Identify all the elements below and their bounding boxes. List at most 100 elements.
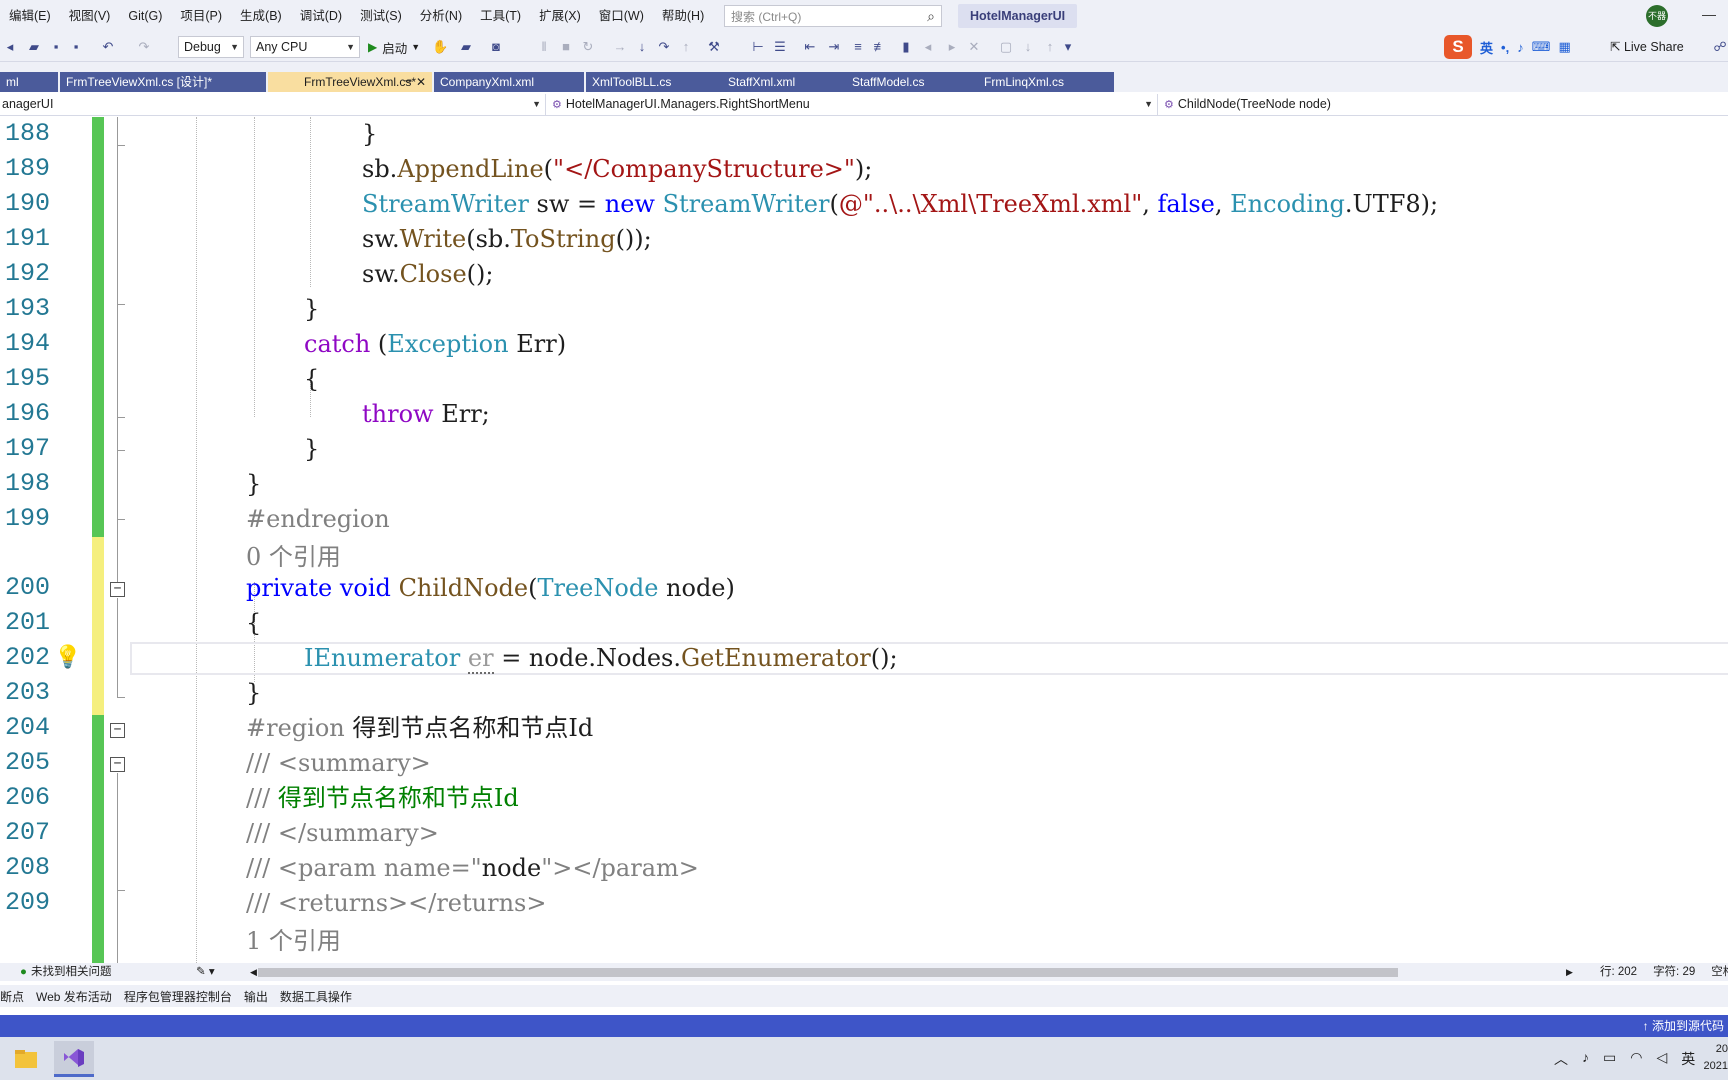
collapse-method-button[interactable]: − (110, 582, 125, 597)
scrollbar-thumb[interactable] (258, 968, 1398, 977)
avatar[interactable]: 不器 (1646, 5, 1668, 27)
menu-edit[interactable]: 编辑(E) (0, 0, 60, 32)
tab-frmtreeviewxml-cs[interactable]: FrmTreeViewXml.cs* ⊸ ✕ (268, 72, 432, 92)
platform-select[interactable]: Any CPU ▼ (250, 36, 360, 58)
battery-icon[interactable]: ▭ (1603, 1049, 1616, 1069)
punctuation-icon[interactable]: •, (1501, 40, 1509, 55)
tools-icon[interactable]: ⚒ (706, 39, 722, 55)
sogou-ime-icon[interactable]: S (1444, 35, 1472, 59)
hot-reload-icon[interactable]: ✋ (432, 39, 448, 55)
ime-indicator[interactable]: 英 (1681, 1049, 1695, 1069)
add-to-source-control-button[interactable]: ↑ 添加到源代码 (1643, 1015, 1724, 1037)
codelens-references[interactable]: 1 个引用 (246, 921, 341, 956)
prev-bookmark-icon[interactable]: ◂ (920, 39, 936, 55)
scroll-left-icon[interactable]: ◀ (250, 963, 257, 981)
search-input[interactable]: 搜索 (Ctrl+Q) ⌕ (724, 5, 942, 27)
menu-analyze[interactable]: 分析(N) (411, 0, 471, 32)
tab-companyxml[interactable]: CompanyXml.xml (434, 72, 584, 92)
tab-package-manager-console[interactable]: 程序包管理器控制台 (118, 988, 238, 1005)
menu-tools[interactable]: 工具(T) (471, 0, 530, 32)
codelens-references[interactable]: 0 个引用 (246, 537, 341, 572)
close-icon[interactable]: ✕ (416, 72, 426, 92)
scroll-right-icon[interactable]: ▶ (1566, 963, 1573, 981)
tab-data-tools[interactable]: 数据工具操作 (274, 988, 358, 1005)
nav-back-icon[interactable]: ◂ (2, 39, 18, 55)
token-type: IEnumerator (304, 644, 461, 672)
tab-xmltoolbll[interactable]: XmlToolBLL.cs (586, 72, 726, 92)
format-icon[interactable]: ☰ (772, 39, 788, 55)
restart-icon[interactable]: ↻ (580, 39, 596, 55)
type-dropdown[interactable]: ⚙ HotelManagerUI.Managers.RightShortMenu … (550, 94, 1158, 115)
hierarchy-icon[interactable]: ⊢ (750, 39, 766, 55)
configuration-select[interactable]: Debug ▼ (178, 36, 244, 58)
code-editor[interactable]: 188 189 190 191 192 193 194 195 196 197 … (0, 117, 1728, 963)
menu-debug[interactable]: 调试(D) (291, 0, 351, 32)
window-icon[interactable]: ▢ (998, 39, 1014, 55)
tab-breakpoints[interactable]: 断点 (0, 988, 30, 1005)
outdent-icon[interactable]: ⇤ (802, 39, 818, 55)
comment-icon[interactable]: ≡ (850, 39, 866, 55)
stop-icon[interactable]: ■ (558, 39, 574, 55)
cursor-position[interactable]: 行: 202 字符: 29 空格 (1600, 963, 1728, 981)
next-bookmark-icon[interactable]: ▸ (944, 39, 960, 55)
brush-icon[interactable]: ✎ ▾ (196, 963, 215, 981)
menu-extensions[interactable]: 扩展(X) (530, 0, 590, 32)
indent-icon[interactable]: ⇥ (826, 39, 842, 55)
ime-mode[interactable]: 英 (1480, 38, 1493, 57)
visual-studio-app[interactable] (54, 1041, 94, 1077)
toolbox-icon[interactable]: ▦ (1558, 39, 1570, 55)
feedback-icon[interactable]: ☍ (1712, 39, 1728, 55)
horizontal-scrollbar[interactable] (258, 968, 1558, 977)
issues-indicator[interactable]: ● 未找到相关问题 (20, 963, 111, 981)
member-dropdown[interactable]: ⚙ ChildNode(TreeNode node) (1162, 94, 1728, 115)
step-over-icon[interactable]: ↷ (656, 39, 672, 55)
pin-icon[interactable]: ⊸ (404, 72, 412, 92)
volume-icon[interactable]: ◁ (1656, 1049, 1667, 1069)
tab-staffxml[interactable]: StaffXml.xml (722, 72, 846, 92)
keyboard-icon[interactable]: ⌨ (1532, 39, 1551, 55)
microphone-icon[interactable]: ♪ (1582, 1049, 1589, 1069)
undo-icon[interactable]: ↶ (100, 39, 116, 55)
redo-icon[interactable]: ↷ (136, 39, 152, 55)
microphone-icon[interactable]: ♪ (1517, 40, 1524, 55)
menu-git[interactable]: Git(G) (119, 0, 171, 32)
uncomment-icon[interactable]: ≢ (872, 39, 888, 55)
tab-web-publish[interactable]: Web 发布活动 (30, 988, 118, 1005)
wifi-icon[interactable]: ◠ (1630, 1049, 1642, 1069)
toolbar-overflow-icon[interactable]: ▾ (1060, 39, 1076, 55)
tab-staffmodel[interactable]: StaffModel.cs (846, 72, 978, 92)
menu-test[interactable]: 测试(S) (351, 0, 411, 32)
project-dropdown[interactable]: anagerUI ▼ (0, 94, 546, 115)
bookmark-icon[interactable]: ▮ (898, 39, 914, 55)
collapse-region-button[interactable]: − (110, 723, 125, 738)
tab-frmtreeviewxml-designer[interactable]: FrmTreeViewXml.cs [设计]* (60, 72, 266, 92)
pause-icon[interactable]: ‖ (536, 39, 552, 55)
tab-output[interactable]: 输出 (238, 988, 274, 1005)
collapse-summary-button[interactable]: − (110, 757, 125, 772)
menu-help[interactable]: 帮助(H) (653, 0, 713, 32)
minimize-button[interactable]: — (1690, 0, 1728, 32)
clock[interactable]: 20 2021 (1700, 1041, 1728, 1075)
step-into-icon[interactable]: ↓ (634, 39, 650, 55)
file-explorer-app[interactable] (6, 1041, 46, 1077)
menu-build[interactable]: 生成(B) (231, 0, 291, 32)
start-debugging-button[interactable]: ▶ 启动 ▼ (368, 36, 420, 58)
open-folder-icon[interactable]: ▰ (26, 39, 42, 55)
show-next-statement-icon[interactable]: → (612, 39, 628, 55)
live-share-button[interactable]: ⇱ Live Share (1610, 36, 1684, 58)
folder-icon[interactable]: ▰ (458, 39, 474, 55)
menu-view[interactable]: 视图(V) (60, 0, 120, 32)
arrow-down-icon[interactable]: ↓ (1020, 39, 1036, 55)
clear-bookmarks-icon[interactable]: ✕ (966, 39, 982, 55)
chevron-up-icon[interactable]: ︿ (1554, 1049, 1568, 1069)
step-out-icon[interactable]: ↑ (678, 39, 694, 55)
lightbulb-icon[interactable]: 💡 (54, 644, 81, 674)
save-all-icon[interactable]: ▪ (68, 39, 84, 55)
save-icon[interactable]: ▪ (48, 39, 64, 55)
tab-xml[interactable]: ml (0, 72, 58, 92)
menu-window[interactable]: 窗口(W) (590, 0, 653, 32)
arrow-up-icon[interactable]: ↑ (1042, 39, 1058, 55)
tab-frmlinqxml[interactable]: FrmLinqXml.cs (978, 72, 1114, 92)
menu-project[interactable]: 项目(P) (171, 0, 231, 32)
camera-icon[interactable]: ◙ (488, 39, 504, 55)
